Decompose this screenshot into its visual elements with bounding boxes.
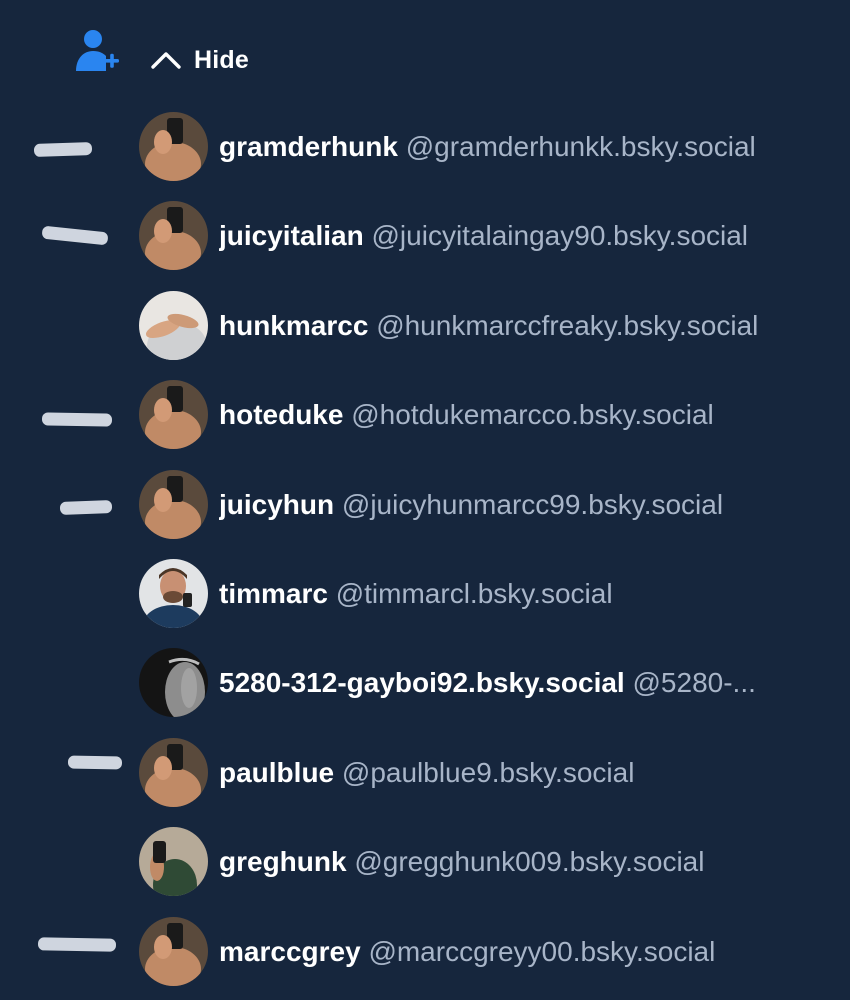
display-name[interactable]: paulblue: [219, 757, 334, 788]
selection-mark: [59, 499, 113, 515]
chevron-up-icon: [151, 52, 181, 69]
user-handle: @hotdukemarcco.bsky.social: [351, 399, 714, 431]
user-row[interactable]: gramderhunk @gramderhunkk.bsky.social: [0, 103, 850, 192]
avatar[interactable]: [139, 290, 208, 360]
user-handle: @5280-...: [632, 667, 756, 699]
user-text: marccgrey @marccgreyy00.bsky.social: [219, 934, 829, 970]
display-name[interactable]: juicyhun: [219, 489, 334, 520]
user-row[interactable]: hoteduke @hotdukemarcco.bsky.social: [0, 371, 850, 460]
display-name[interactable]: 5280-312-gayboi92.bsky.social: [219, 667, 625, 698]
user-row[interactable]: juicyhun @juicyhunmarcc99.bsky.social: [0, 461, 850, 550]
avatar[interactable]: [139, 916, 208, 986]
selection-mark: [41, 412, 113, 427]
avatar[interactable]: [139, 380, 208, 450]
selection-mark: [37, 936, 117, 952]
person-plus-icon[interactable]: [72, 27, 122, 77]
user-text: timmarc @timmarcl.bsky.social: [219, 576, 829, 612]
user-row[interactable]: 5280-312-gayboi92.bsky.social @5280-...: [0, 639, 850, 728]
avatar[interactable]: [139, 827, 208, 897]
user-handle: @juicyhunmarcc99.bsky.social: [341, 488, 724, 520]
user-text: hoteduke @hotdukemarcco.bsky.social: [219, 397, 829, 433]
display-name[interactable]: timmarc: [219, 578, 328, 609]
avatar[interactable]: [139, 469, 208, 539]
display-name[interactable]: gramderhunk: [219, 131, 398, 162]
display-name[interactable]: hoteduke: [219, 399, 343, 430]
user-text: greghunk @gregghunk009.bsky.social: [219, 844, 829, 880]
user-text: gramderhunk @gramderhunkk.bsky.social: [219, 129, 829, 165]
user-handle: @paulblue9.bsky.social: [341, 756, 635, 788]
user-row[interactable]: marccgrey @marccgreyy00.bsky.social: [0, 908, 850, 997]
user-handle: @juicyitalaingay90.bsky.social: [371, 220, 749, 252]
user-row[interactable]: greghunk @gregghunk009.bsky.social: [0, 818, 850, 907]
user-row[interactable]: paulblue @paulblue9.bsky.social: [0, 729, 850, 818]
avatar[interactable]: [139, 648, 208, 718]
display-name[interactable]: juicyitalian: [219, 220, 364, 251]
user-handle: @gregghunk009.bsky.social: [354, 846, 705, 878]
avatar[interactable]: [139, 737, 208, 807]
user-text: juicyitalian @juicyitalaingay90.bsky.soc…: [219, 218, 829, 254]
hide-suggestions-button[interactable]: Hide: [150, 40, 249, 80]
follow-suggestions-panel: Hide gramderhunk @gramderhunkk.bsky.soci…: [0, 0, 850, 1000]
user-row[interactable]: timmarc @timmarcl.bsky.social: [0, 550, 850, 639]
avatar[interactable]: [139, 558, 208, 628]
selection-mark: [33, 141, 93, 158]
user-text: hunkmarcc @hunkmarccfreaky.bsky.social: [219, 308, 829, 344]
avatar[interactable]: [139, 201, 208, 271]
selection-mark: [41, 225, 109, 246]
user-row[interactable]: hunkmarcc @hunkmarccfreaky.bsky.social: [0, 282, 850, 371]
hide-label: Hide: [194, 45, 249, 74]
user-text: juicyhun @juicyhunmarcc99.bsky.social: [219, 487, 829, 523]
selection-mark: [67, 755, 123, 770]
avatar[interactable]: [139, 112, 208, 181]
display-name[interactable]: marccgrey: [219, 936, 361, 967]
display-name[interactable]: hunkmarcc: [219, 310, 368, 341]
suggestions-header: Hide: [0, 0, 850, 110]
user-text: 5280-312-gayboi92.bsky.social @5280-...: [219, 665, 829, 701]
user-handle: @hunkmarccfreaky.bsky.social: [376, 309, 759, 341]
user-handle: @timmarcl.bsky.social: [335, 577, 613, 609]
user-handle: @marccgreyy00.bsky.social: [368, 935, 716, 967]
user-text: paulblue @paulblue9.bsky.social: [219, 755, 829, 791]
suggested-users-list: gramderhunk @gramderhunkk.bsky.social ju…: [0, 103, 850, 997]
display-name[interactable]: greghunk: [219, 846, 347, 877]
user-row[interactable]: juicyitalian @juicyitalaingay90.bsky.soc…: [0, 192, 850, 281]
user-handle: @gramderhunkk.bsky.social: [405, 131, 756, 162]
